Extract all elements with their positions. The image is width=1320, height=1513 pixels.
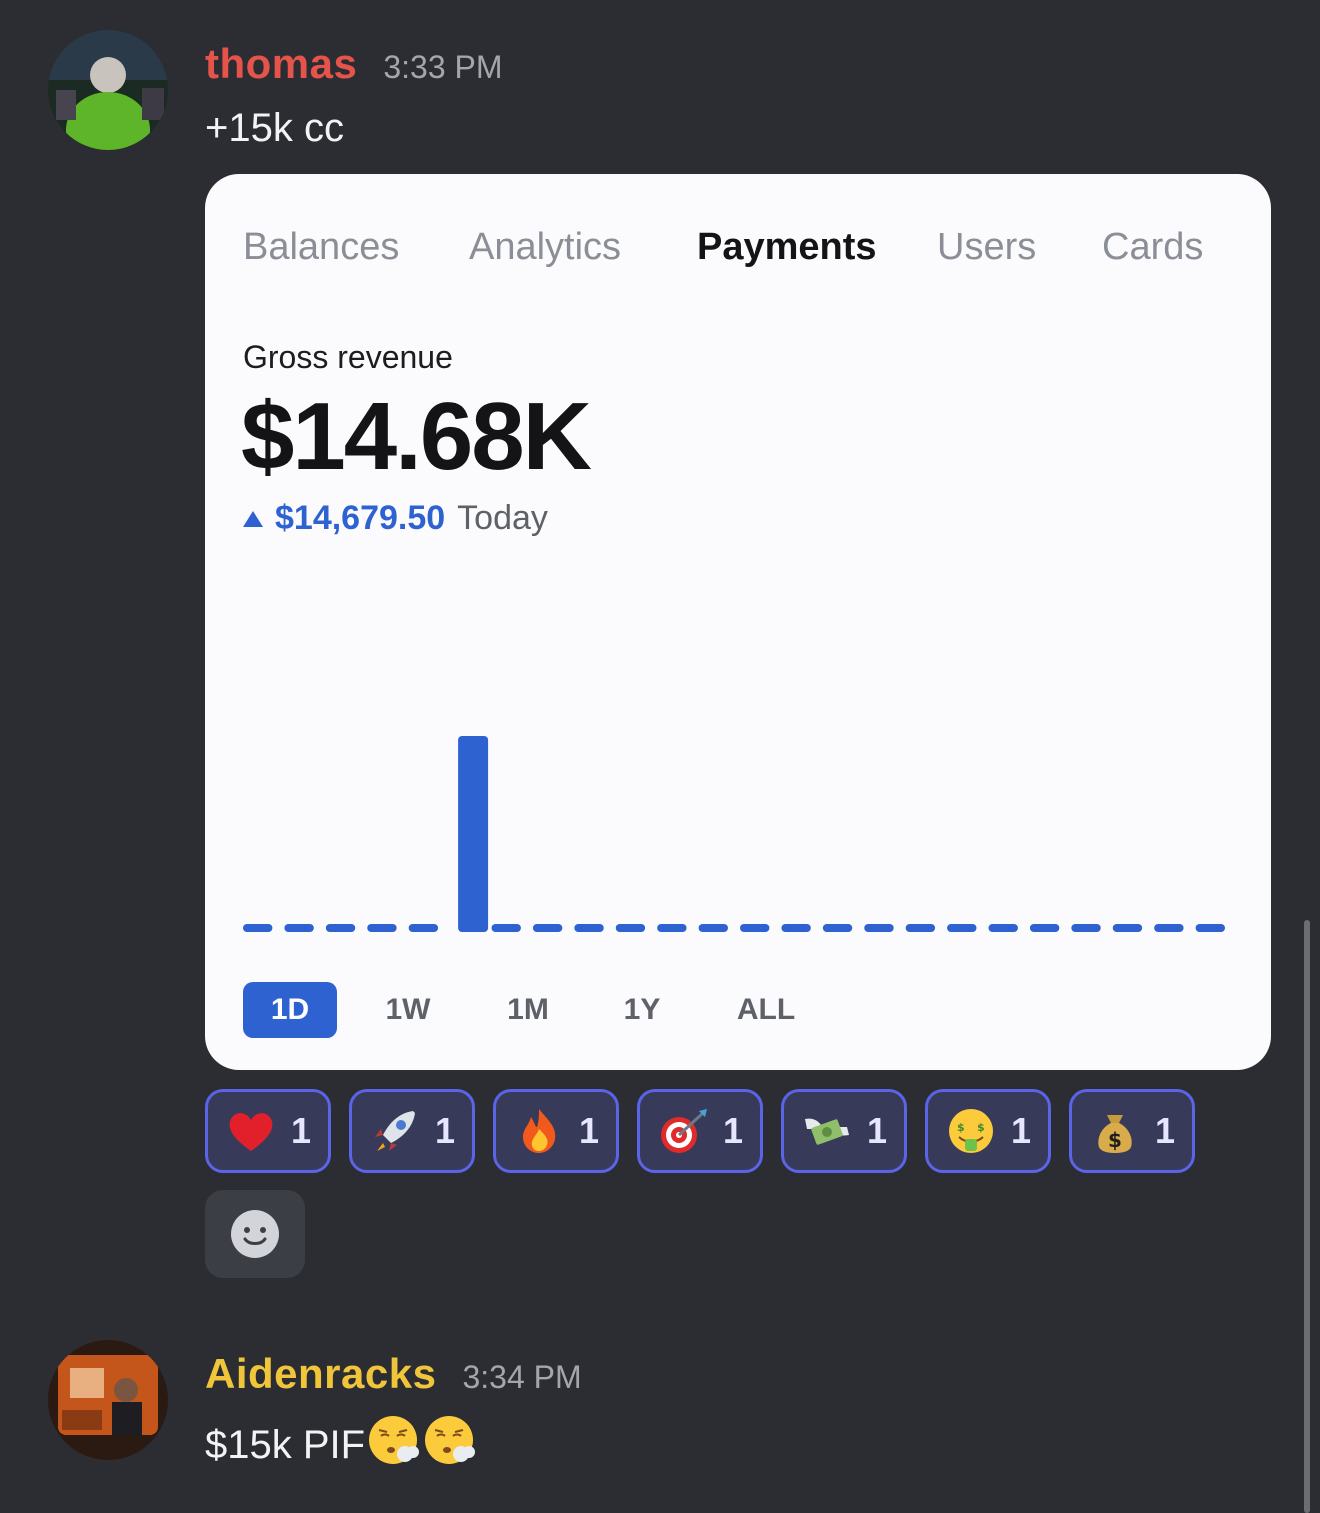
chart-bar-zero [367,924,397,932]
reaction-fire[interactable]: 1 [493,1089,619,1173]
tab-analytics: Analytics [469,226,622,268]
reaction-count: 1 [578,1110,600,1151]
reaction-money-bag[interactable]: $ 1 [1069,1089,1195,1173]
chart-bar-zero [532,924,563,932]
revenue-chart [243,736,1225,932]
money-bag-icon: $ [1089,1105,1141,1157]
avatar-image [48,30,168,150]
reaction-money-wings[interactable]: 1 [781,1089,907,1173]
chart-bar-zero [1195,924,1225,932]
message-header: thomas 3:33 PM [205,40,503,88]
delta-row: $14,679.50 Today [243,499,548,538]
chart-bar-zero [657,924,687,932]
fire-icon [513,1105,565,1157]
range-selector: 1D 1W 1M 1Y ALL [243,982,1271,1038]
reaction-target[interactable]: 1 [637,1089,763,1173]
username[interactable]: thomas [205,40,357,88]
metric-label: Gross revenue [243,339,453,375]
reaction-count: 1 [290,1110,312,1151]
tab-users: Users [937,226,1037,268]
money-with-wings-icon [801,1105,853,1157]
chart-bar-zero [408,924,439,932]
range-1d: 1D [243,982,337,1038]
tab-payments: Payments [697,226,877,268]
delta-period: Today [457,499,548,537]
image-attachment[interactable]: Balances Analytics Payments Users Cards … [205,174,1271,1070]
chart-bar-zero [491,924,521,932]
avatar-image [48,1340,168,1460]
avatar-thomas[interactable] [48,30,168,150]
chart-bar-zero [574,924,604,932]
tab-cards: Cards [1102,226,1204,268]
chart-bar-zero [615,924,646,932]
chart-bar-zero [864,924,894,932]
chart-bar-zero [988,924,1018,932]
range-1y: 1Y [623,993,661,1026]
svg-text:$: $ [1108,1128,1122,1152]
chart-bar-zero [905,924,936,932]
chart-bar-zero [1112,924,1143,932]
metric-value: $14.68K [241,383,592,490]
scrollbar[interactable] [1304,920,1310,1513]
message-header: Aidenracks 3:34 PM [205,1350,582,1398]
chart-bar-zero [1154,924,1184,932]
add-reaction-button[interactable] [205,1190,305,1278]
chart-bar-zero [284,924,314,932]
red-heart-icon [225,1105,277,1157]
direct-hit-icon [657,1105,709,1157]
message-body: $15k PIF [205,1412,477,1468]
delta-value: $14,679.50 [275,499,446,537]
range-1w: 1W [385,993,431,1026]
chart-bar-zero [698,924,728,932]
timestamp: 3:34 PM [462,1359,582,1395]
range-all: ALL [736,993,796,1026]
message-text: +15k cc [205,106,344,150]
face-exhaling-icon [425,1416,476,1464]
tab-balances: Balances [243,226,400,268]
reaction-count: 1 [1154,1110,1176,1151]
svg-text:$: $ [977,1121,985,1134]
chart-bar-zero [325,924,356,932]
reaction-money-mouth[interactable]: $ $ 1 [925,1089,1051,1173]
up-arrow-icon [243,510,263,527]
chart-bar-zero [781,924,811,932]
username[interactable]: Aidenracks [205,1350,436,1398]
reaction-heart[interactable]: 1 [205,1089,331,1173]
reaction-rocket[interactable]: 1 [349,1089,475,1173]
message-text: $15k PIF [205,1423,366,1467]
chart-bar [458,736,489,932]
face-exhaling-icon [369,1416,420,1464]
reaction-count: 1 [1010,1110,1032,1151]
chart-bar-zero [822,924,853,932]
chart-bar-zero [947,924,977,932]
rocket-icon [369,1105,421,1157]
reaction-count: 1 [434,1110,456,1151]
chart-bar-zero [1029,924,1060,932]
chart-bar-zero [243,924,273,932]
smiley-icon [231,1210,279,1258]
reaction-count: 1 [722,1110,744,1151]
chart-bar-zero [740,924,770,932]
range-1m: 1M [507,993,549,1026]
tab-bar: Balances Analytics Payments Users Cards [205,226,1271,276]
reaction-count: 1 [866,1110,888,1151]
money-mouth-face-icon: $ $ [945,1105,997,1157]
chart-bar-zero [1071,924,1101,932]
avatar-aidenracks[interactable] [48,1340,168,1460]
timestamp: 3:33 PM [383,49,503,85]
svg-text:$: $ [957,1121,965,1134]
